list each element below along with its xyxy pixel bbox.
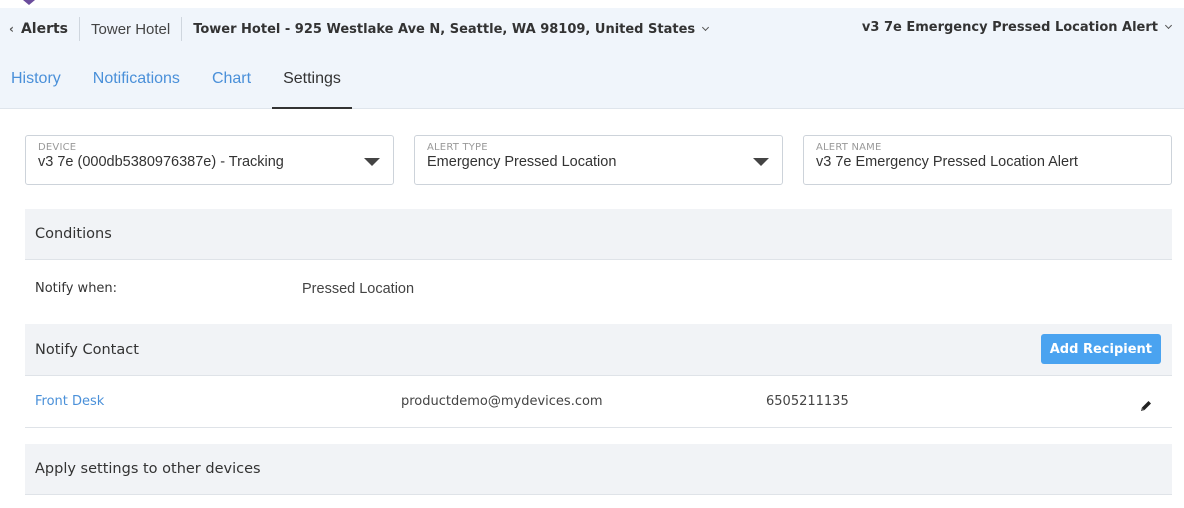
breadcrumb-divider bbox=[181, 17, 183, 41]
location-selector[interactable]: Tower Hotel - 925 Westlake Ave N, Seattl… bbox=[193, 21, 710, 37]
device-value: v3 7e (000db5380976387e) - Tracking bbox=[38, 154, 284, 170]
alert-name-label: ALERT NAME bbox=[816, 142, 882, 153]
location-label: Tower Hotel - 925 Westlake Ave N, Seattl… bbox=[193, 21, 696, 37]
tab-history[interactable]: History bbox=[0, 60, 72, 109]
alert-type-label: ALERT TYPE bbox=[427, 142, 488, 153]
notify-contact-title: Notify Contact bbox=[35, 341, 139, 358]
notify-when-row: Notify when: Pressed Location bbox=[25, 260, 1172, 317]
alert-name-value: v3 7e Emergency Pressed Location Alert bbox=[816, 154, 1078, 170]
pencil-icon[interactable] bbox=[1139, 399, 1153, 413]
chevron-left-icon: ‹ bbox=[9, 22, 14, 36]
apply-settings-title: Apply settings to other devices bbox=[35, 461, 261, 477]
conditions-title: Conditions bbox=[35, 226, 112, 242]
alert-type-select[interactable]: ALERT TYPE Emergency Pressed Location bbox=[414, 135, 783, 185]
tab-bar: History Notifications Chart Settings bbox=[0, 60, 352, 109]
alert-selector[interactable]: v3 7e Emergency Pressed Location Alert bbox=[861, 20, 1173, 35]
breadcrumb: ‹ Alerts Tower Hotel Tower Hotel - 925 W… bbox=[9, 17, 710, 41]
breadcrumb-hotel[interactable]: Tower Hotel bbox=[91, 21, 170, 38]
chevron-down-icon bbox=[1164, 21, 1173, 30]
dropdown-caret-icon bbox=[753, 158, 769, 166]
conditions-header: Conditions bbox=[25, 209, 1172, 260]
notify-when-value: Pressed Location bbox=[302, 280, 415, 297]
contact-phone: 6505211135 bbox=[766, 394, 849, 409]
alert-name-field[interactable]: ALERT NAME v3 7e Emergency Pressed Locat… bbox=[803, 135, 1172, 185]
dropdown-caret-icon bbox=[364, 158, 380, 166]
device-label: DEVICE bbox=[38, 142, 77, 153]
contact-row: Front Desk productdemo@mydevices.com 650… bbox=[25, 376, 1172, 428]
alert-type-value: Emergency Pressed Location bbox=[427, 154, 617, 170]
back-label: Alerts bbox=[20, 21, 69, 37]
contact-name-link[interactable]: Front Desk bbox=[35, 394, 104, 409]
chevron-down-icon bbox=[702, 23, 710, 31]
page-header: ‹ Alerts Tower Hotel Tower Hotel - 925 W… bbox=[0, 0, 1184, 109]
apply-settings-header: Apply settings to other devices bbox=[25, 444, 1172, 495]
top-bar bbox=[0, 0, 1184, 8]
brand-logo-icon bbox=[23, 0, 35, 5]
alert-selector-label: v3 7e Emergency Pressed Location Alert bbox=[861, 20, 1158, 35]
notify-when-label: Notify when: bbox=[35, 281, 118, 296]
device-select[interactable]: DEVICE v3 7e (000db5380976387e) - Tracki… bbox=[25, 135, 394, 185]
breadcrumb-divider bbox=[79, 17, 81, 41]
contact-email: productdemo@mydevices.com bbox=[401, 394, 603, 409]
back-to-alerts-link[interactable]: ‹ Alerts bbox=[9, 21, 68, 37]
notify-contact-header: Notify Contact Add Recipient bbox=[25, 324, 1172, 376]
add-recipient-button[interactable]: Add Recipient bbox=[1040, 334, 1161, 364]
tab-chart[interactable]: Chart bbox=[201, 60, 262, 109]
tab-settings[interactable]: Settings bbox=[272, 60, 352, 109]
tab-notifications[interactable]: Notifications bbox=[82, 60, 191, 109]
